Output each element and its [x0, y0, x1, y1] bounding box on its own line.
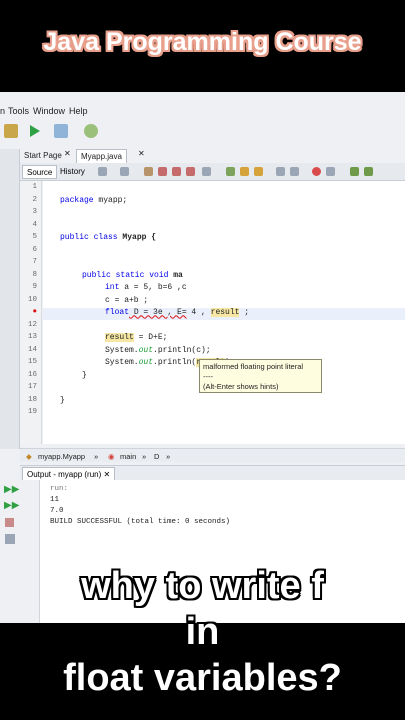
- line-number: 2: [32, 195, 37, 204]
- class-icon: ◆: [26, 452, 32, 461]
- code-line-2: package myapp;: [60, 195, 128, 205]
- code-line-13: result = D+E;: [105, 333, 168, 342]
- tab-output[interactable]: Output - myapp (run) ✕: [22, 467, 116, 480]
- breadcrumb: ◆ myapp.Myapp » ◉ main » D »: [20, 448, 405, 462]
- comment-icon[interactable]: [350, 167, 359, 176]
- find-next-icon[interactable]: [172, 167, 181, 176]
- line-number: 8: [32, 270, 37, 279]
- chevron-right-icon: »: [94, 452, 99, 461]
- line-number: 14: [27, 345, 37, 354]
- line-number: 15: [27, 358, 37, 366]
- tooltip-separator: ----: [203, 372, 213, 381]
- settings-icon[interactable]: [5, 534, 15, 544]
- line-number: 3: [32, 208, 37, 216]
- line-number: 19: [27, 408, 37, 416]
- code-line-10: c = a+b ;: [105, 295, 149, 305]
- course-title: Java Programming Course: [43, 28, 362, 56]
- run-icon[interactable]: [30, 125, 40, 137]
- find-icon[interactable]: [144, 167, 153, 176]
- line-number: 17: [27, 383, 37, 391]
- line-number: 9: [32, 283, 37, 291]
- find-selection-icon[interactable]: [186, 167, 195, 176]
- line-number: 13: [27, 333, 37, 341]
- forward-icon[interactable]: [120, 167, 129, 176]
- editor-tab-strip: Start Page ✕ Myapp.java ✕: [20, 149, 405, 163]
- menu-item-window[interactable]: Window: [33, 106, 65, 116]
- menu-item-partial[interactable]: n: [0, 106, 5, 116]
- code-line-9: int a = 5, b=6 ,c: [105, 283, 187, 292]
- tab-history[interactable]: History: [56, 165, 89, 179]
- profile-icon[interactable]: [84, 124, 98, 138]
- code-line-11-error: float D = 3e , E= 4 , result ;: [43, 307, 405, 320]
- menu-item-tools[interactable]: Tools: [8, 106, 29, 116]
- error-tooltip: malformed floating point literal ---- (A…: [199, 359, 322, 393]
- tooltip-title: malformed floating point literal: [203, 362, 304, 371]
- line-number: 5: [32, 233, 37, 241]
- code-line-8: public static void ma: [82, 270, 183, 280]
- caption-line-2: in: [185, 611, 220, 653]
- breadcrumb-item-field[interactable]: D: [154, 452, 159, 461]
- stop-macro-icon[interactable]: [326, 167, 335, 176]
- find-prev-icon[interactable]: [158, 167, 167, 176]
- output-line: 7.0: [50, 507, 64, 515]
- line-number: 18: [27, 395, 37, 404]
- close-icon[interactable]: ✕: [138, 149, 145, 163]
- caption-line-1: why to write f: [81, 565, 324, 607]
- toggle-highlight-icon[interactable]: [202, 167, 211, 176]
- close-icon[interactable]: ✕: [64, 149, 71, 163]
- code-editor[interactable]: package myapp; public class Myapp { publ…: [43, 181, 405, 444]
- back-icon[interactable]: [98, 167, 107, 176]
- line-number: 16: [27, 370, 37, 379]
- line-number: 6: [32, 245, 37, 254]
- left-side-panel: [0, 149, 20, 449]
- shift-right-icon[interactable]: [290, 167, 299, 176]
- toggle-bookmark-icon[interactable]: [254, 167, 263, 176]
- menu-bar: n Tools Window Help: [0, 104, 405, 120]
- line-number: 12: [27, 320, 37, 329]
- error-marker-icon: ●: [32, 308, 37, 316]
- line-number: 10: [27, 295, 37, 304]
- tab-source[interactable]: Source: [22, 165, 58, 179]
- caption-line-3: float variables?: [63, 657, 342, 699]
- code-line-14: System.out.println(c);: [105, 345, 211, 355]
- prev-bookmark-icon[interactable]: [226, 167, 235, 176]
- code-line-5: public class Myapp {: [60, 233, 157, 242]
- project-icon[interactable]: [4, 124, 18, 138]
- shift-left-icon[interactable]: [276, 167, 285, 176]
- rerun-with-args-icon[interactable]: ▶▶: [4, 500, 19, 511]
- netbeans-ide-window: n Tools Window Help Start Page ✕ Myapp.j…: [0, 92, 405, 623]
- output-tab-bar: Output - myapp (run) ✕: [20, 466, 405, 480]
- output-line: 11: [50, 496, 60, 504]
- chevron-right-icon: »: [166, 452, 171, 461]
- line-number-gutter: 1 2 3 4 5 6 7 8 9 10 ● 12 13 14 15 16 17…: [20, 181, 42, 444]
- breadcrumb-item-method[interactable]: main: [120, 452, 136, 461]
- debug-icon[interactable]: [54, 124, 68, 138]
- output-line: run:: [50, 485, 69, 493]
- output-line: BUILD SUCCESSFUL (total time: 0 seconds): [50, 518, 231, 526]
- uncomment-icon[interactable]: [364, 167, 373, 176]
- breadcrumb-item-class[interactable]: myapp.Myapp: [38, 452, 85, 461]
- start-macro-icon[interactable]: [312, 167, 321, 176]
- tooltip-hint: (Alt-Enter shows hints): [203, 382, 279, 391]
- editor-toolbar: Source History: [20, 163, 405, 181]
- close-icon[interactable]: ✕: [103, 470, 110, 479]
- tab-myapp-java[interactable]: Myapp.java: [76, 149, 127, 163]
- tab-start-page[interactable]: Start Page: [20, 149, 66, 163]
- rerun-icon[interactable]: ▶▶: [4, 484, 19, 495]
- method-icon: ◉: [108, 452, 115, 461]
- code-line-18: }: [60, 395, 65, 405]
- line-number: 1: [32, 183, 37, 191]
- line-number: 4: [32, 220, 37, 229]
- line-number: 7: [32, 258, 37, 266]
- main-toolbar: [0, 120, 405, 142]
- chevron-right-icon: »: [142, 452, 147, 461]
- menu-item-help[interactable]: Help: [69, 106, 88, 116]
- next-bookmark-icon[interactable]: [240, 167, 249, 176]
- stop-icon[interactable]: [5, 518, 14, 527]
